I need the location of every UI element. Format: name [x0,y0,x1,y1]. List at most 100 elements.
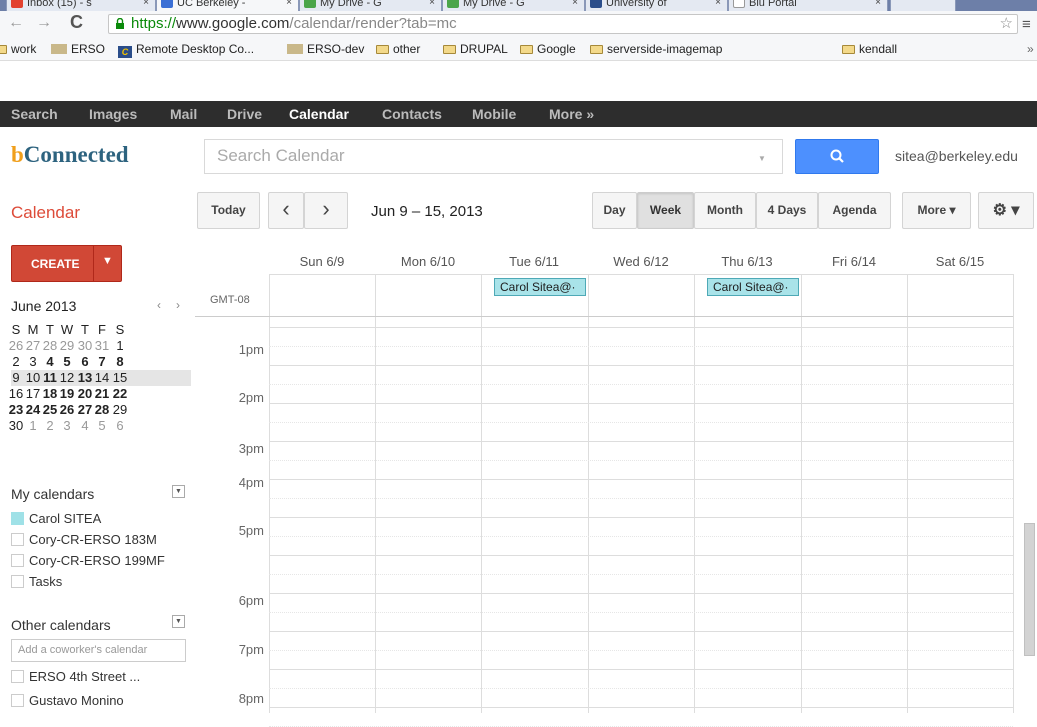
forward-icon[interactable]: → [36,14,52,32]
close-icon[interactable]: × [143,0,149,10]
calendar-color-swatch[interactable] [11,694,24,707]
close-icon[interactable]: × [715,0,721,10]
mini-day[interactable]: 31 [94,338,110,353]
day-header[interactable]: Mon 6/10 [375,254,481,269]
search-calendar-input[interactable]: Search Calendar [204,139,783,174]
browser-tab-ucberkeley[interactable]: UC Berkeley - × [156,0,299,11]
mini-day[interactable]: 7 [94,354,110,369]
gbar-mobile[interactable]: Mobile [472,106,516,122]
gbar-mail[interactable]: Mail [170,106,197,122]
mini-day[interactable]: 9 [8,370,24,385]
calendar-item[interactable]: Tasks [11,574,62,593]
mini-day[interactable]: 25 [42,402,58,417]
search-button[interactable] [795,139,879,174]
close-icon[interactable]: × [572,0,578,10]
bookmark-other[interactable]: other [376,42,420,56]
mini-day[interactable]: 11 [42,370,58,385]
chevron-down-icon[interactable]: ▼ [172,485,185,498]
bookmark-work[interactable]: work [0,42,36,56]
mini-week-row[interactable]: 16 17 18 19 20 21 22 [8,386,191,402]
calendar-item[interactable]: ERSO 4th Street ... [11,669,140,689]
day-header[interactable]: Tue 6/11 [481,254,587,269]
view-4days-button[interactable]: 4 Days [756,192,818,229]
day-header[interactable]: Sun 6/9 [269,254,375,269]
calendar-event[interactable]: Carol Sitea@· [707,278,799,296]
mini-day[interactable]: 2 [42,418,58,433]
chevron-down-icon[interactable]: ▼ [172,615,185,628]
reload-icon[interactable]: C [70,12,83,33]
mini-day[interactable]: 17 [25,386,41,401]
view-day-button[interactable]: Day [592,192,637,229]
user-email[interactable]: sitea@berkeley.edu [895,148,1018,164]
bookmark-kendall[interactable]: kendall [842,42,897,56]
mini-day[interactable]: 1 [112,338,128,353]
day-header[interactable]: Fri 6/14 [801,254,907,269]
gbar-search[interactable]: Search [11,106,58,122]
mini-day[interactable]: 26 [8,338,24,353]
mini-day[interactable]: 16 [8,386,24,401]
mini-day[interactable]: 24 [25,402,41,417]
mini-day[interactable]: 18 [42,386,58,401]
view-month-button[interactable]: Month [694,192,756,229]
mini-day[interactable]: 3 [25,354,41,369]
browser-tab-drive-1[interactable]: My Drive - G × [299,0,442,11]
day-header[interactable]: Thu 6/13 [694,254,800,269]
calendar-item[interactable]: Cory-CR-ERSO 199MF [11,553,165,573]
mini-day[interactable]: 27 [77,402,93,417]
close-icon[interactable]: × [286,0,292,10]
mini-day[interactable]: 15 [112,370,128,385]
bookmark-serverside-imagemap[interactable]: serverside-imagemap [590,42,722,56]
back-icon[interactable]: ← [8,14,24,32]
bookmark-remote-desktop[interactable]: C Remote Desktop Co... [118,42,254,58]
chevron-down-icon[interactable]: ▼ [102,255,113,267]
mini-day[interactable]: 10 [25,370,41,385]
calendar-item[interactable]: Carol SITEA [11,511,101,531]
prev-week-button[interactable]: ‹ [268,192,304,229]
mini-week-row[interactable]: 9 10 11 12 13 14 15 [11,370,191,386]
my-calendars-title[interactable]: My calendars [11,486,94,502]
browser-tab-bluportal[interactable]: Blu Portal × [728,0,888,11]
gbar-more[interactable]: More » [549,106,594,122]
mini-day[interactable]: 28 [94,402,110,417]
browser-tab-inbox[interactable]: Inbox (15) - s × [6,0,156,11]
view-agenda-button[interactable]: Agenda [818,192,891,229]
gbar-contacts[interactable]: Contacts [382,106,442,122]
mini-day[interactable]: 13 [77,370,93,385]
mini-day[interactable]: 29 [59,338,75,353]
mini-prev-month-icon[interactable]: ‹ [157,298,161,312]
mini-day[interactable]: 6 [77,354,93,369]
mini-week-row[interactable]: 30 1 2 3 4 5 6 [8,418,191,434]
browser-tab-drive-2[interactable]: My Drive - G × [442,0,585,11]
bookmarks-overflow-button[interactable]: » [1027,42,1034,56]
mini-week-row[interactable]: 23 24 25 26 27 28 29 [9,402,191,418]
next-week-button[interactable]: › [304,192,348,229]
mini-day[interactable]: 4 [77,418,93,433]
view-week-button[interactable]: Week [637,192,694,229]
settings-button[interactable]: ⚙ ▾ [978,192,1034,229]
calendar-color-swatch[interactable] [11,554,24,567]
bookmark-google[interactable]: Google [520,42,576,56]
calendar-color-swatch[interactable] [11,670,24,683]
gbar-calendar[interactable]: Calendar [289,106,349,122]
calendar-event[interactable]: Carol Sitea@· [494,278,586,296]
mini-week-row[interactable]: 2345678 [11,354,191,370]
mini-day[interactable]: 5 [94,418,110,433]
mini-next-month-icon[interactable]: › [176,298,180,312]
browser-menu-icon[interactable]: ≡ [1022,16,1031,33]
mini-day[interactable]: 21 [94,386,110,401]
add-coworker-input[interactable]: Add a coworker's calendar [11,639,186,662]
mini-day[interactable]: 8 [112,354,128,369]
create-button[interactable]: CREATE ▼ [11,245,122,282]
mini-day[interactable]: 1 [25,418,41,433]
calendar-item[interactable]: Cory-CR-ERSO 183M [11,532,157,552]
mini-day[interactable]: 3 [59,418,75,433]
calendar-color-swatch[interactable] [11,533,24,546]
close-icon[interactable]: × [875,0,881,10]
mini-day[interactable]: 22 [112,386,128,401]
bconnected-logo[interactable]: bConnected [11,142,129,168]
mini-day[interactable]: 4 [42,354,58,369]
day-header[interactable]: Sat 6/15 [907,254,1013,269]
close-icon[interactable]: × [429,0,435,10]
mini-day[interactable]: 14 [94,370,110,385]
mini-day[interactable]: 30 [8,418,24,433]
